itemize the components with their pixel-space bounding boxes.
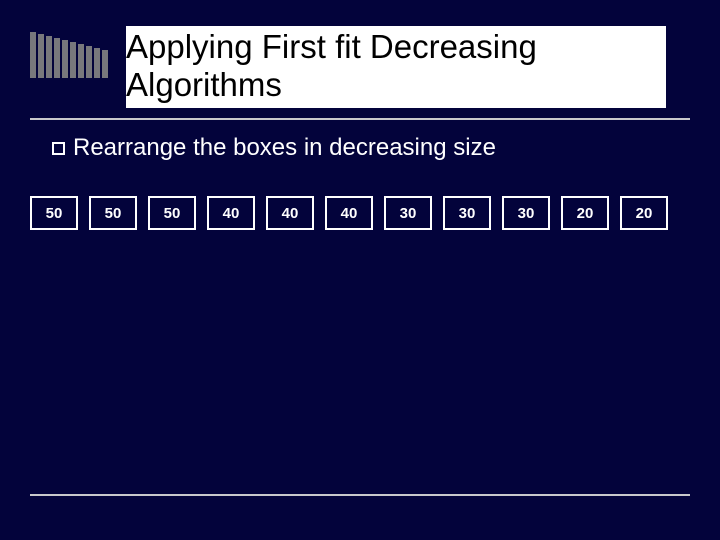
bar-segment: [94, 48, 100, 78]
value-box: 30: [443, 196, 491, 230]
value-box: 30: [384, 196, 432, 230]
value-box: 30: [502, 196, 550, 230]
title-line-2: Algorithms: [126, 66, 666, 104]
value-box: 20: [620, 196, 668, 230]
value-box: 50: [89, 196, 137, 230]
value-box: 40: [325, 196, 373, 230]
slide-body: Rearrange the boxes in decreasing size 5…: [52, 134, 680, 230]
value-box: 50: [148, 196, 196, 230]
decorative-bars-icon: [30, 26, 108, 78]
bar-segment: [78, 44, 84, 78]
bar-segment: [38, 34, 44, 78]
bar-segment: [46, 36, 52, 78]
bullet-item: Rearrange the boxes in decreasing size: [52, 134, 680, 162]
divider-bottom: [30, 494, 690, 496]
bar-segment: [70, 42, 76, 78]
divider-top: [30, 118, 690, 120]
value-box: 40: [266, 196, 314, 230]
value-box: 20: [561, 196, 609, 230]
bar-segment: [86, 46, 92, 78]
slide-header: Applying First fit Decreasing Algorithms: [0, 0, 720, 108]
slide: Applying First fit Decreasing Algorithms…: [0, 0, 720, 540]
bullet-square-icon: [52, 142, 65, 155]
bar-segment: [62, 40, 68, 78]
title-line-1: Applying First fit Decreasing: [126, 28, 666, 66]
bullet-text: Rearrange the boxes in decreasing size: [73, 134, 496, 162]
title-block: Applying First fit Decreasing Algorithms: [126, 26, 666, 108]
bar-segment: [54, 38, 60, 78]
bar-segment: [30, 32, 36, 78]
value-box: 50: [30, 196, 78, 230]
boxes-row: 50 50 50 40 40 40 30 30 30 20 20: [30, 196, 680, 230]
value-box: 40: [207, 196, 255, 230]
bar-segment: [102, 50, 108, 78]
